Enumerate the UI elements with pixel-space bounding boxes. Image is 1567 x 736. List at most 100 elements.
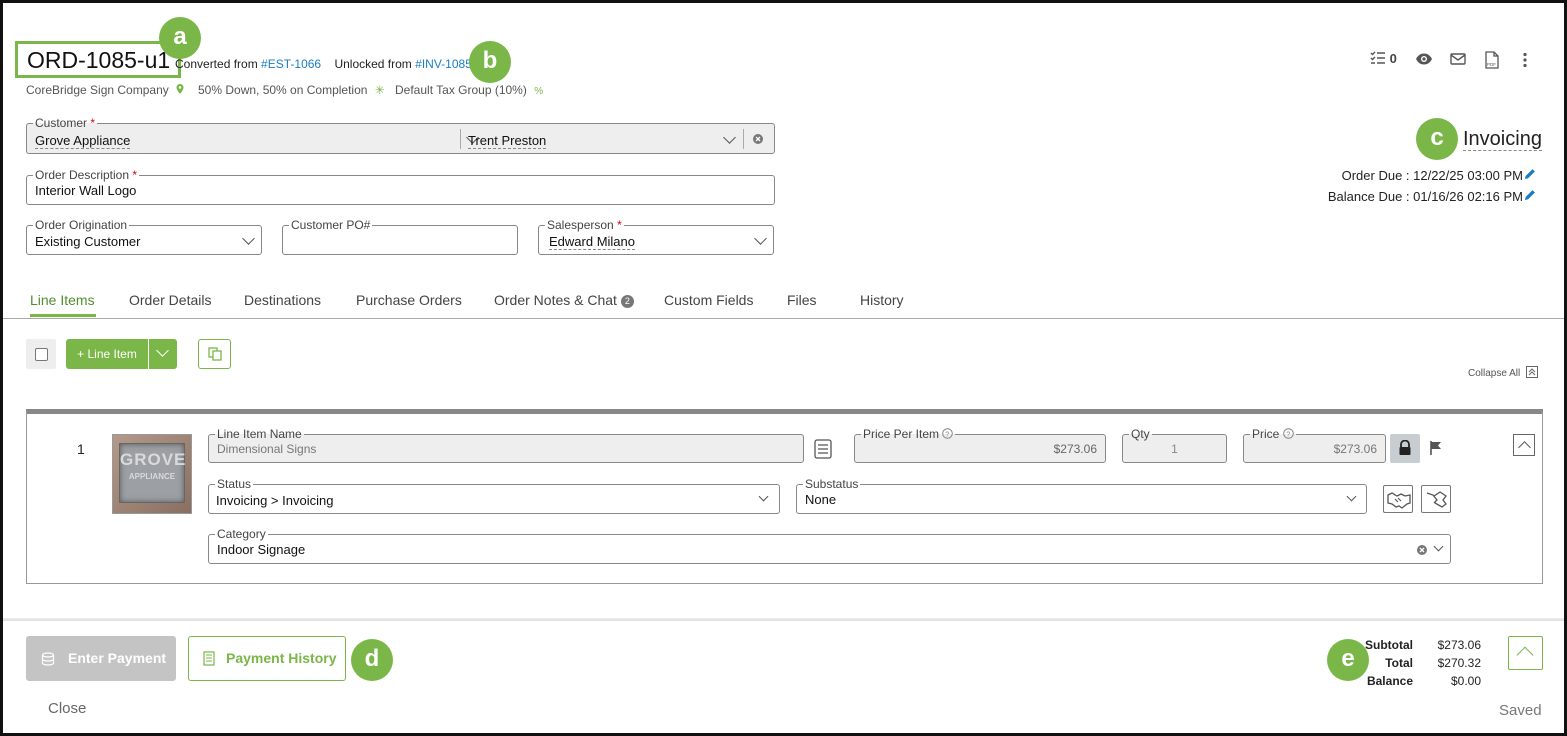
more-menu-icon[interactable]	[1522, 52, 1528, 68]
chevron-up-icon	[1518, 441, 1531, 454]
line-item-number: 1	[77, 441, 85, 457]
enter-payment-button[interactable]: Enter Payment	[26, 636, 176, 681]
customer-po-field[interactable]: Customer PO#	[282, 218, 518, 255]
converted-link[interactable]: #EST-1066	[261, 57, 321, 71]
balance-due: Balance Due : 01/16/26 02:16 PM	[1327, 189, 1523, 204]
svg-text:?: ?	[1286, 432, 1290, 439]
select-all-wrapper	[26, 339, 56, 369]
payment-history-label: Payment History	[226, 650, 337, 666]
payment-history-button[interactable]: Payment History	[188, 636, 346, 681]
status-select[interactable]: Status Invoicing > Invoicing	[208, 477, 780, 514]
order-origination-select[interactable]: Order Origination Existing Customer	[26, 218, 262, 255]
copy-icon	[208, 347, 222, 361]
tab-purchase-orders[interactable]: Purchase Orders	[356, 292, 462, 308]
price-lock-button[interactable]	[1390, 434, 1420, 463]
subtotal-label: Subtotal	[1365, 638, 1413, 652]
substatus-label: Substatus	[803, 477, 861, 491]
status-field-label: Status	[215, 477, 254, 491]
tab-custom-fields[interactable]: Custom Fields	[664, 292, 753, 308]
status-chevron-icon	[758, 491, 769, 502]
qty-field[interactable]: Qty 1	[1122, 427, 1227, 463]
callout-d: d	[351, 639, 393, 681]
line-item-name-field[interactable]: Line Item Name Dimensional Signs	[208, 427, 804, 463]
salesperson-select[interactable]: Salesperson * Edward Milano	[538, 218, 774, 255]
edit-order-due-icon[interactable]	[1524, 168, 1536, 180]
tab-files[interactable]: Files	[787, 292, 817, 308]
company-name[interactable]: CoreBridge Sign Company	[26, 83, 184, 97]
qty-value: 1	[1171, 442, 1178, 456]
clear-category-icon[interactable]	[1417, 545, 1427, 555]
tab-line-items[interactable]: Line Items	[30, 292, 95, 308]
contact-value[interactable]: Trent Preston	[468, 133, 547, 149]
converted-prefix: Converted from	[175, 57, 258, 71]
envelope-icon[interactable]	[1450, 53, 1466, 65]
line-item-thumbnail[interactable]: GROVE APPLIANCE	[112, 434, 192, 514]
salesperson-label: Salesperson *	[545, 218, 624, 232]
unlocked-link[interactable]: #INV-1085	[415, 57, 472, 71]
payment-terms[interactable]: 50% Down, 50% on Completion ✳	[198, 83, 385, 97]
category-select[interactable]: Category Indoor Signage	[208, 527, 1451, 564]
customer-field[interactable]: Customer * Grove Appliance Trent Preston	[26, 116, 775, 154]
notes-count-badge: 2	[620, 295, 634, 308]
status-label[interactable]: Invoicing	[1463, 128, 1542, 151]
tasks-button[interactable]: 0	[1370, 51, 1397, 68]
tab-history[interactable]: History	[860, 292, 904, 308]
substatus-select[interactable]: Substatus None	[796, 477, 1367, 514]
help-icon: ?	[942, 428, 954, 439]
handshake-icon	[1387, 492, 1411, 509]
collapse-line-item-button[interactable]	[1513, 434, 1535, 456]
tabs-divider	[3, 318, 1564, 319]
balance-label: Balance	[1366, 674, 1413, 688]
pdf-icon[interactable]: PDF	[1484, 51, 1500, 69]
handshake-button[interactable]	[1383, 485, 1413, 513]
deal-button[interactable]	[1421, 485, 1451, 513]
scroll-top-button[interactable]	[1508, 636, 1543, 670]
price-label: Price ?	[1250, 427, 1296, 441]
price-field[interactable]: Price ? $273.06	[1243, 427, 1386, 463]
enter-payment-label: Enter Payment	[68, 650, 167, 666]
status-text: Invoicing	[1463, 128, 1542, 151]
substatus-value: None	[805, 492, 837, 507]
po-label: Customer PO#	[289, 218, 373, 232]
clear-contact-icon[interactable]	[753, 134, 763, 144]
select-all-checkbox[interactable]	[35, 348, 48, 361]
details-list-icon[interactable]	[814, 439, 832, 459]
edit-balance-due-icon[interactable]	[1524, 189, 1536, 201]
total-value: $270.32	[1437, 656, 1481, 670]
price-per-item-field[interactable]: Price Per Item ? $273.06	[854, 427, 1106, 463]
receipt-icon	[203, 651, 215, 666]
collapse-all-button[interactable]: Collapse All	[1468, 366, 1539, 379]
field-divider	[460, 129, 461, 149]
add-line-item-dropdown[interactable]	[149, 339, 177, 369]
tab-destinations[interactable]: Destinations	[244, 292, 321, 308]
tax-group[interactable]: Default Tax Group (10%) %	[395, 83, 543, 97]
callout-b: b	[469, 41, 511, 83]
field-divider	[743, 129, 744, 149]
callout-c: c	[1416, 118, 1458, 160]
percent-icon: %	[534, 86, 544, 97]
category-label: Category	[215, 527, 268, 541]
origination-chevron-icon	[242, 232, 255, 245]
customer-value: Grove Appliance	[35, 133, 131, 149]
coins-icon	[41, 652, 55, 666]
close-button[interactable]: Close	[48, 700, 86, 717]
hand-shake-alt-icon	[1426, 491, 1447, 508]
origination-value: Existing Customer	[35, 234, 141, 249]
eye-icon[interactable]	[1415, 52, 1433, 66]
flag-icon[interactable]	[1429, 440, 1443, 456]
collapse-all-label: Collapse All	[1468, 368, 1521, 379]
salesperson-chevron-icon	[754, 232, 767, 245]
tab-order-details[interactable]: Order Details	[129, 292, 211, 308]
add-line-item-button[interactable]: + Line Item	[66, 339, 148, 369]
line-item-name-label: Line Item Name	[215, 427, 304, 441]
order-description-field[interactable]: Order Description * Interior Wall Logo	[26, 168, 775, 205]
balance-value: $0.00	[1450, 674, 1481, 688]
category-chevron-icon	[1433, 541, 1444, 552]
thumbnail-line1: GROVE	[120, 450, 187, 469]
copy-line-items-button[interactable]	[198, 339, 231, 369]
tab-order-notes-label: Order Notes & Chat	[494, 292, 617, 308]
help-icon: ?	[1282, 428, 1294, 439]
ppi-label: Price Per Item ?	[861, 427, 956, 441]
tab-order-notes-chat[interactable]: Order Notes & Chat 2	[494, 292, 634, 308]
footer-divider	[3, 618, 1564, 621]
